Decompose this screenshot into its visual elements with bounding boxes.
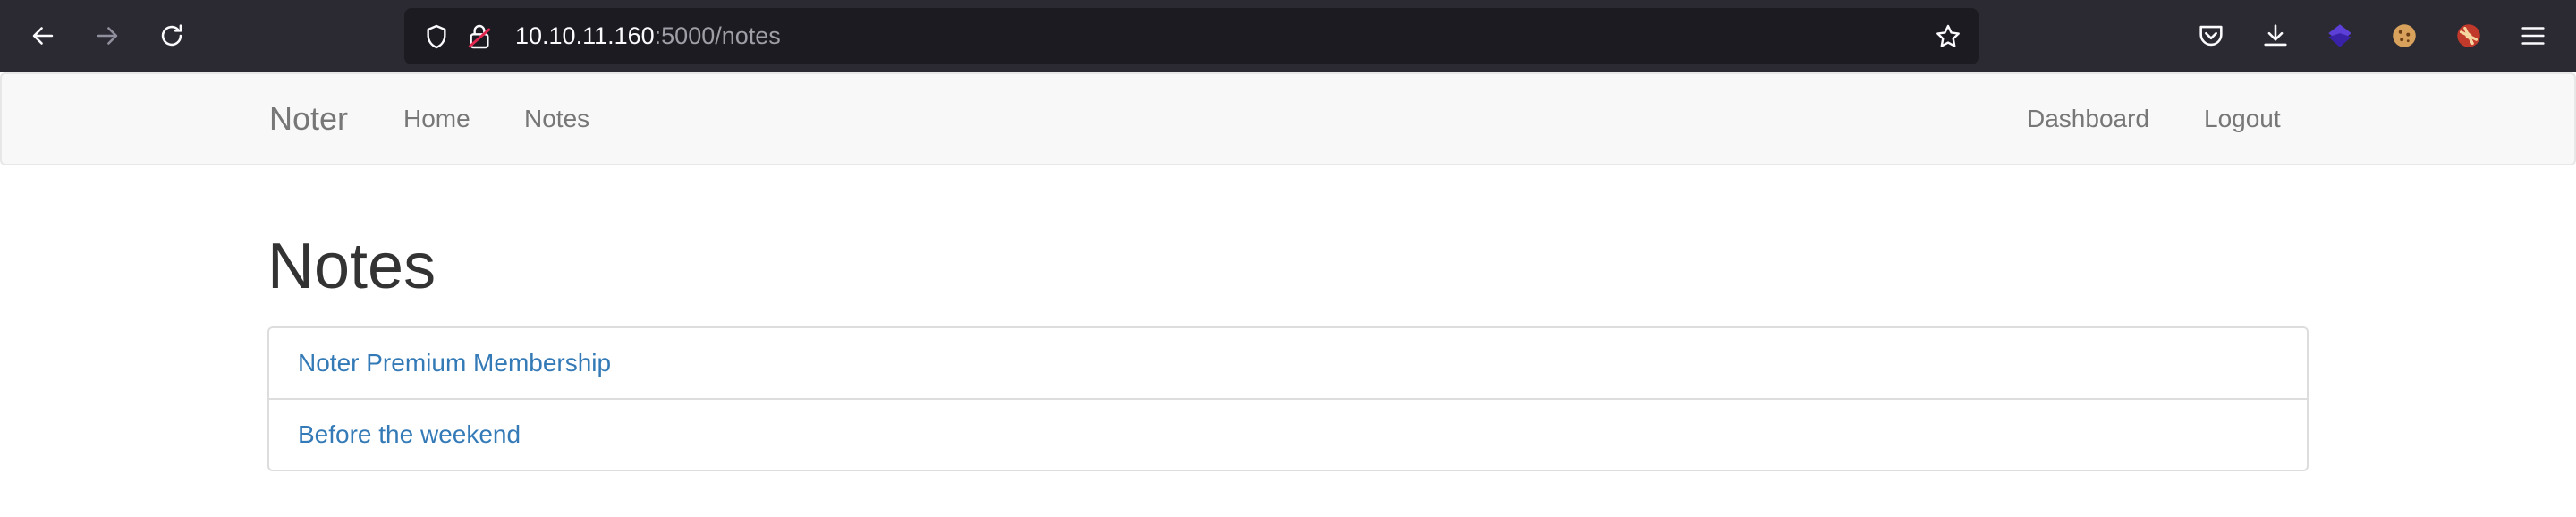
pocket-icon: [2199, 25, 2223, 47]
reload-button[interactable]: [152, 16, 191, 55]
forward-button[interactable]: [88, 16, 127, 55]
reload-icon: [161, 24, 182, 47]
nav-link-logout[interactable]: Logout: [2204, 74, 2281, 164]
forward-icon: [97, 27, 118, 45]
nav-link-notes[interactable]: Notes: [524, 74, 589, 164]
brand-link[interactable]: Noter: [269, 74, 348, 164]
url-path: :5000/notes: [654, 22, 781, 49]
account-extension-button[interactable]: [2451, 18, 2487, 54]
browser-toolbar: 10.10.11.160:5000/notes: [0, 0, 2576, 72]
page-title: Notes: [267, 231, 436, 302]
address-bar[interactable]: 10.10.11.160:5000/notes: [404, 8, 1979, 64]
back-button[interactable]: [23, 16, 63, 55]
tracking-protection-button[interactable]: [420, 21, 453, 53]
avatar-icon: [2457, 24, 2480, 47]
back-icon: [32, 27, 54, 45]
bookmark-star-icon: [1936, 24, 1960, 47]
nav-link-dashboard[interactable]: Dashboard: [2027, 74, 2149, 164]
note-link-before-the-weekend[interactable]: Before the weekend: [267, 398, 2309, 471]
pocket-button[interactable]: [2193, 18, 2229, 54]
cookie-extension-button[interactable]: [2386, 18, 2422, 54]
site-info-button[interactable]: [463, 21, 496, 53]
menu-icon: [2521, 27, 2545, 45]
bookmark-button[interactable]: [1932, 21, 1964, 53]
insecure-lock-icon: [468, 24, 491, 49]
url-host: 10.10.11.160: [515, 22, 655, 49]
downloads-button[interactable]: [2258, 18, 2293, 54]
app-menu-button[interactable]: [2515, 18, 2551, 54]
notes-list: Noter Premium Membership Before the week…: [267, 326, 2309, 471]
extension-icon: [2328, 24, 2351, 47]
nav-link-home[interactable]: Home: [403, 74, 470, 164]
url-field[interactable]: 10.10.11.160:5000/notes: [515, 8, 781, 64]
note-link-premium-membership[interactable]: Noter Premium Membership: [267, 326, 2309, 400]
extension-button[interactable]: [2322, 18, 2358, 54]
download-icon: [2264, 24, 2287, 47]
site-navbar: Noter Home Notes Dashboard Logout: [0, 72, 2576, 165]
cookie-icon: [2393, 24, 2416, 47]
shield-icon: [427, 24, 446, 49]
